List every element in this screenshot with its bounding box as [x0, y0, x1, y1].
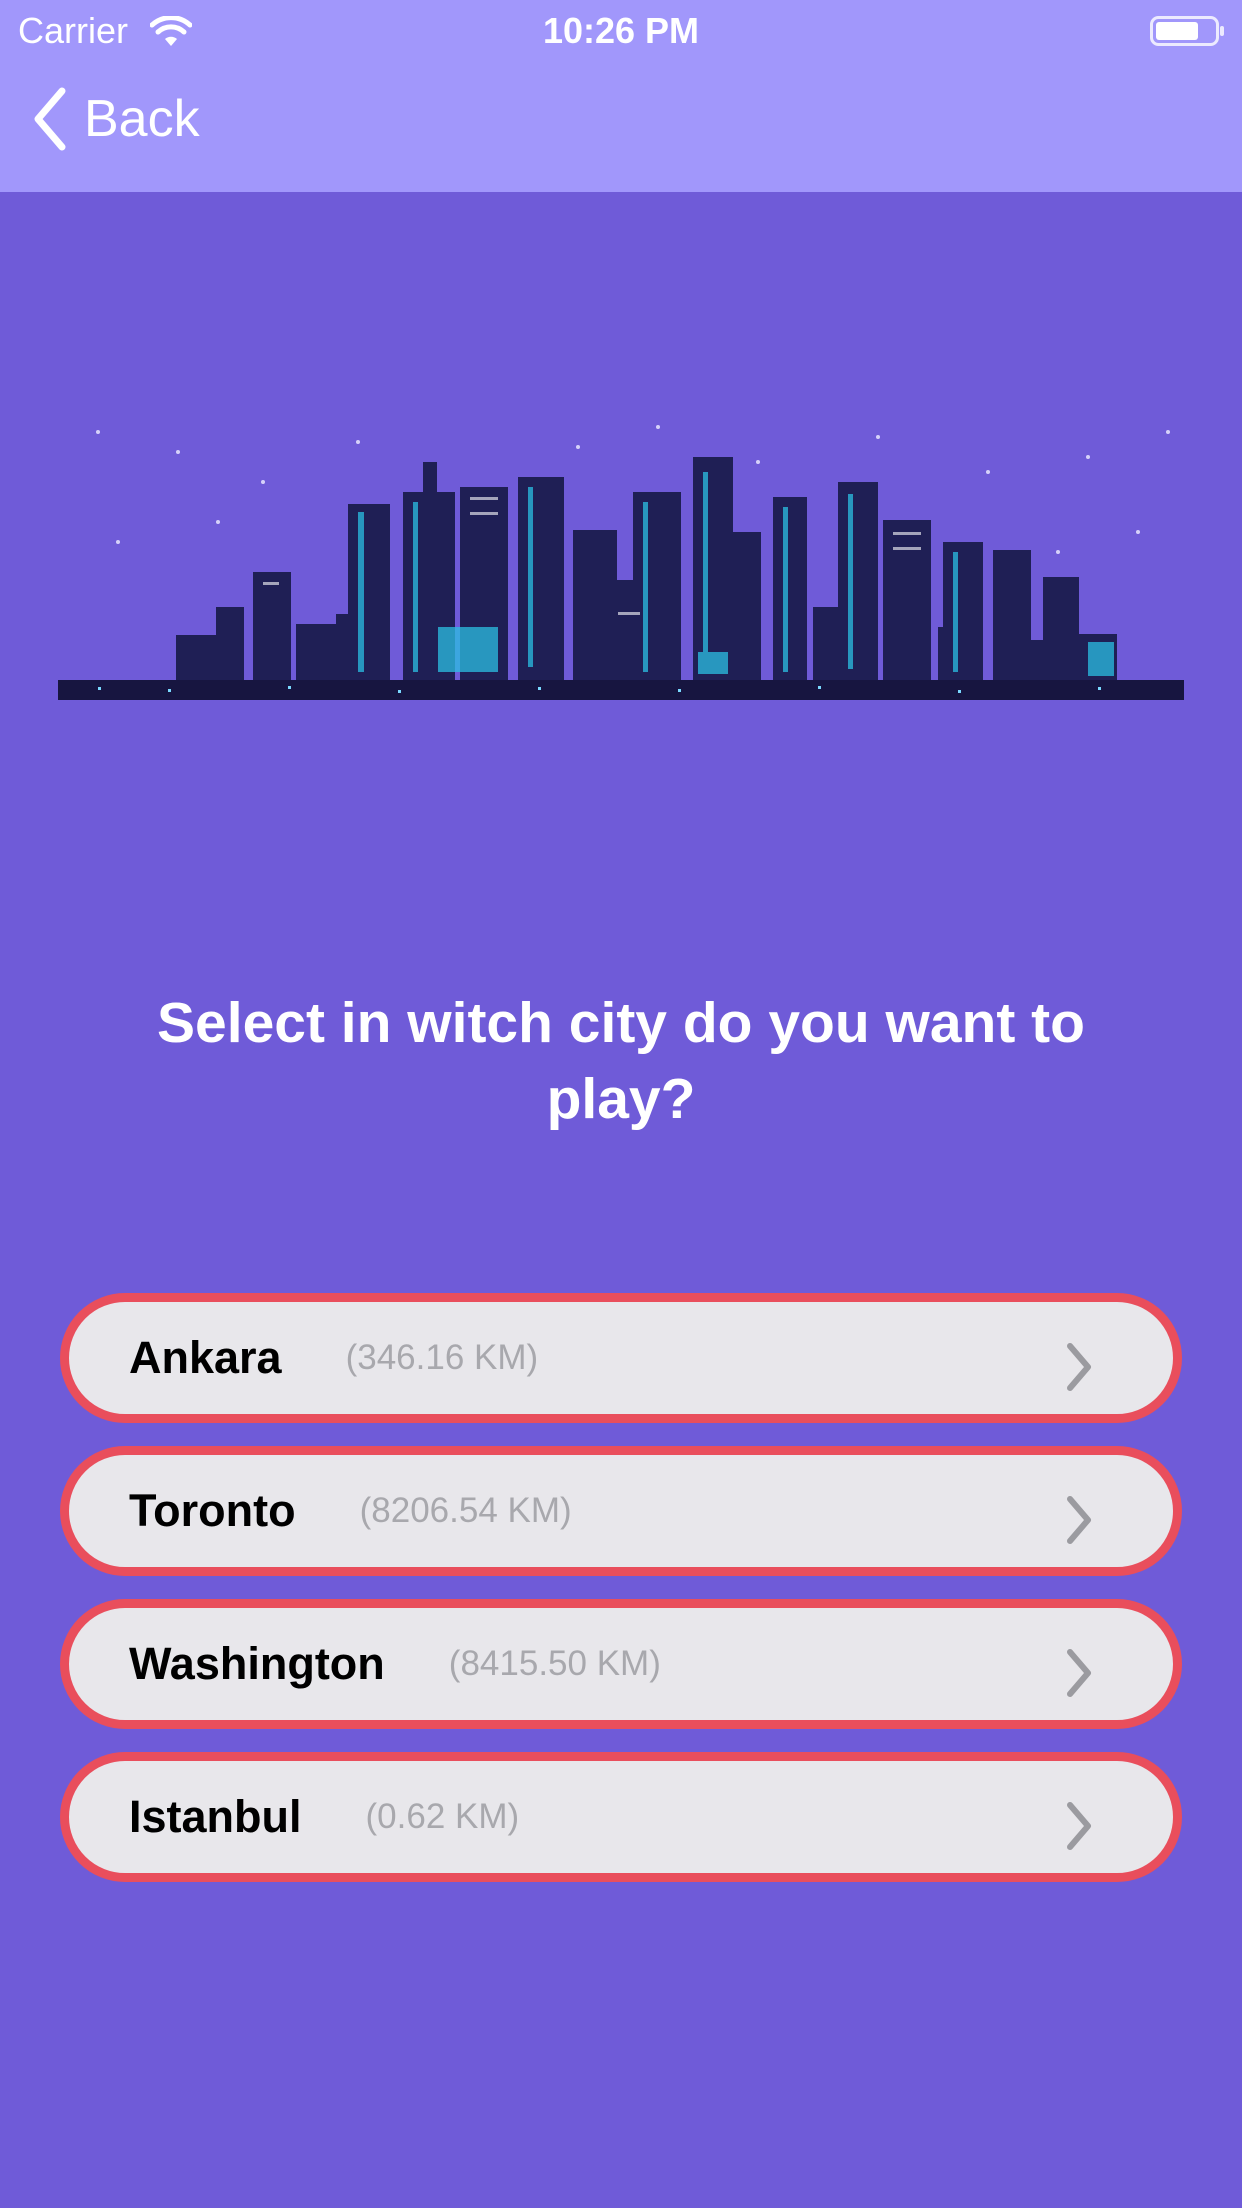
- city-distance: (8206.54 KM): [359, 1491, 572, 1530]
- status-time: 10:26 PM: [542, 10, 700, 51]
- city-skyline-illustration: [58, 425, 1184, 700]
- chevron-right-icon: [1067, 1496, 1091, 1544]
- city-item-ankara[interactable]: Ankara (346.16 KM): [60, 1293, 1182, 1423]
- city-item-toronto[interactable]: Toronto (8206.54 KM): [60, 1446, 1182, 1576]
- chevron-right-icon: [1067, 1649, 1091, 1697]
- chevron-left-icon: [34, 87, 66, 151]
- city-list: Ankara (346.16 KM) Toronto (8206.54 KM) …: [60, 1293, 1182, 1905]
- back-label: Back: [84, 90, 200, 148]
- page-title: Select in witch city do you want to play…: [157, 991, 1085, 1131]
- navigation-bar: Back: [0, 62, 1242, 192]
- battery-icon: [1150, 16, 1224, 46]
- city-name: Toronto: [129, 1485, 296, 1536]
- chevron-right-icon: [1067, 1802, 1091, 1850]
- city-distance: (346.16 KM): [345, 1338, 539, 1377]
- city-item-washington[interactable]: Washington (8415.50 KM): [60, 1599, 1182, 1729]
- city-name: Ankara: [129, 1332, 282, 1383]
- back-button[interactable]: Back: [30, 84, 200, 154]
- city-name: Washington: [129, 1638, 385, 1689]
- status-bar: Carrier 10:26 PM: [0, 0, 1242, 62]
- chevron-right-icon: [1067, 1343, 1091, 1391]
- city-item-istanbul[interactable]: Istanbul (0.62 KM): [60, 1752, 1182, 1882]
- city-distance: (8415.50 KM): [448, 1644, 661, 1683]
- city-name: Istanbul: [129, 1791, 302, 1842]
- city-distance: (0.62 KM): [365, 1797, 520, 1836]
